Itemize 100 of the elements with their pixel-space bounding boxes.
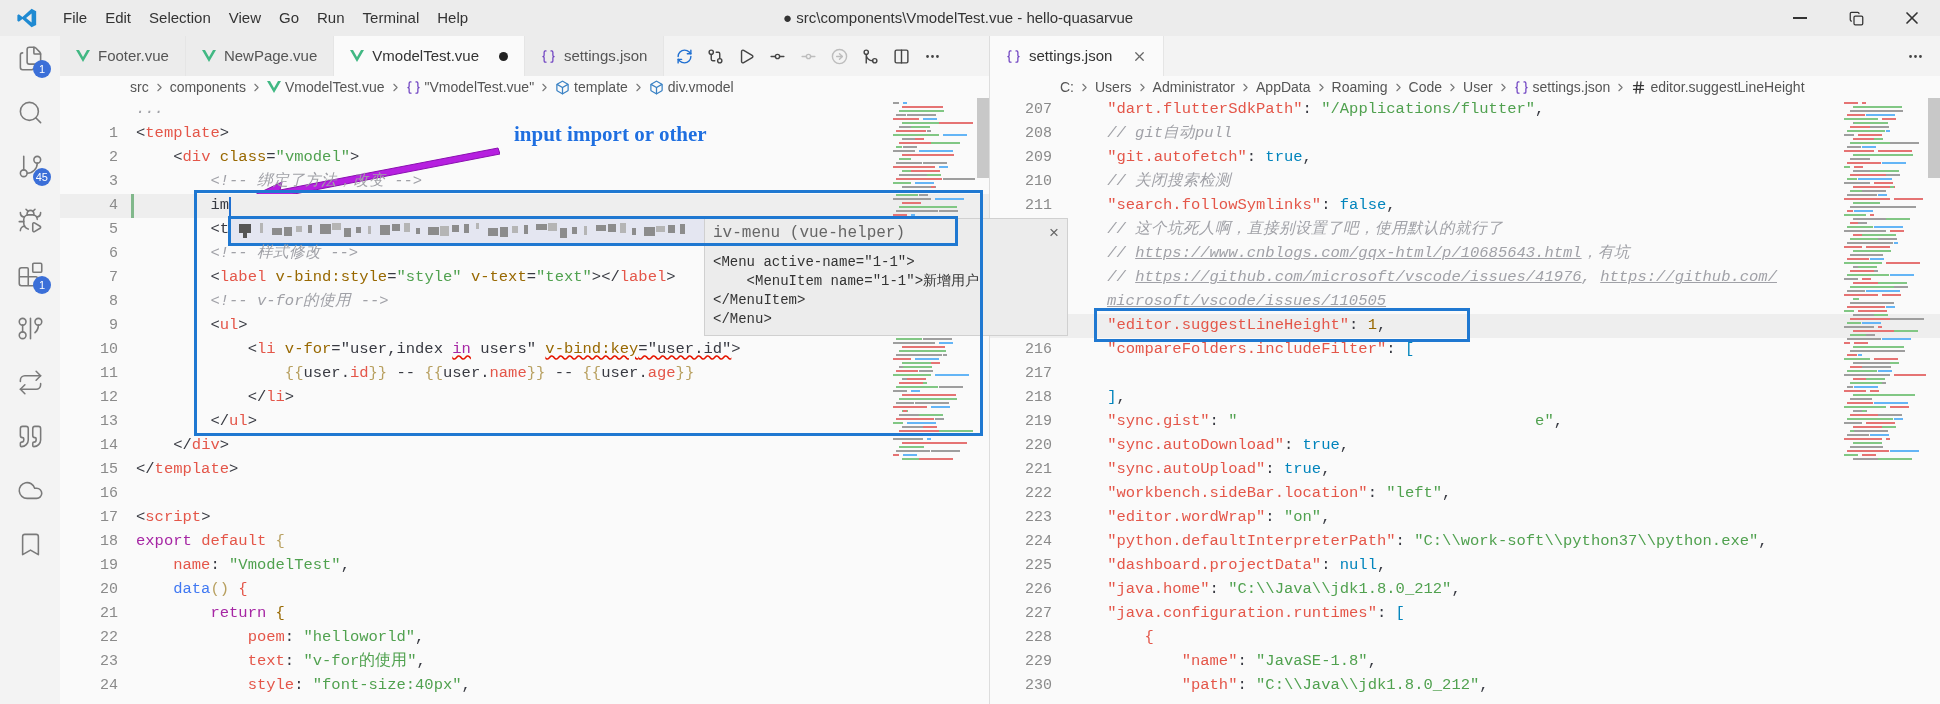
breadcrumb-item[interactable]: AppData <box>1256 76 1311 98</box>
breadcrumb-item[interactable]: template <box>574 76 628 98</box>
line-number: 210 <box>1025 171 1052 192</box>
line-number: 209 <box>1025 147 1052 168</box>
menu-item[interactable]: Terminal <box>353 6 429 30</box>
code-token: : <box>1209 579 1220 601</box>
line-number: 23 <box>100 651 118 672</box>
breadcrumb-item[interactable]: User <box>1463 76 1493 98</box>
braces-icon <box>1513 79 1529 95</box>
code-token: , <box>1758 531 1768 553</box>
activity-bar-item[interactable]: 45 <box>7 146 53 186</box>
code-token: "C:\\work-soft\\python37\\python.exe" <box>1414 531 1759 553</box>
breadcrumb-item[interactable]: settings.json <box>1532 76 1611 98</box>
breadcrumb-item[interactable]: editor.suggestLineHeight <box>1650 76 1805 98</box>
code-token: li <box>266 387 285 409</box>
close-detail-button[interactable]: × <box>1049 220 1059 246</box>
line-number: 220 <box>1025 435 1052 456</box>
code-token: = <box>526 267 537 289</box>
breadcrumb-item[interactable]: Administrator <box>1152 76 1236 98</box>
refresh-icon[interactable] <box>676 47 694 65</box>
editor-tab[interactable]: VmodelTest.vue <box>334 36 526 76</box>
code-token: microsoft/vscode/issues/110505 <box>1107 291 1387 313</box>
line-number: 223 <box>1025 507 1052 528</box>
code-token: , <box>416 651 426 673</box>
detail-title: iv-menu (vue-helper) <box>713 223 906 244</box>
line-number: 20 <box>100 579 118 600</box>
merge-icon[interactable] <box>862 47 880 65</box>
code-token: , <box>1302 147 1312 169</box>
code-token: , <box>1339 435 1350 457</box>
code-token: : <box>1386 339 1397 361</box>
code-token: , <box>1451 579 1461 601</box>
breadcrumb-item[interactable]: Users <box>1095 76 1132 98</box>
code-token: : <box>1376 603 1388 625</box>
code-token: { <box>238 579 248 601</box>
line-number: 24 <box>100 675 118 696</box>
code-token: , <box>1535 99 1545 121</box>
split-editor-icon[interactable] <box>893 47 911 65</box>
breadcrumb-item[interactable]: Code <box>1408 76 1442 98</box>
doc-line: </Menu> <box>713 310 773 329</box>
scrollbar-thumb[interactable] <box>977 98 989 178</box>
code-token: > <box>731 339 741 361</box>
breadcrumb-item[interactable]: components <box>169 76 246 98</box>
menu-item[interactable]: View <box>219 6 270 30</box>
code-token: in <box>452 339 471 361</box>
play-icon[interactable] <box>738 47 756 65</box>
code-token: : <box>1302 99 1313 121</box>
menu-item[interactable]: Help <box>428 6 478 30</box>
code-token: [ <box>1404 339 1415 361</box>
count-badge: 1 <box>33 60 51 78</box>
line-number: 2 <box>109 147 118 168</box>
breadcrumb-item[interactable]: src <box>130 76 149 98</box>
breadcrumb-item[interactable]: C: <box>1060 76 1074 98</box>
menu-item[interactable]: Go <box>270 6 308 30</box>
code-token: > <box>247 411 257 433</box>
menu-item[interactable]: File <box>54 6 97 30</box>
line-number: 229 <box>1025 651 1052 672</box>
code-token: : <box>1265 507 1276 529</box>
breadcrumb-item[interactable]: "VmodelTest.vue" <box>424 76 535 98</box>
suggestion-row[interactable] <box>230 218 704 244</box>
activity-bar-item[interactable]: 1 <box>7 254 53 294</box>
code-token: user. <box>601 363 648 385</box>
menu-item[interactable]: Edit <box>96 6 141 30</box>
doc-line: <Menu active-name="1-1"> <box>713 253 916 272</box>
code-token: "name" <box>1181 651 1238 673</box>
code-token: : <box>1349 315 1360 337</box>
editor-tab[interactable]: NewPage.vue <box>185 36 335 76</box>
code-token: "path" <box>1181 675 1238 697</box>
code-token: style <box>247 675 295 697</box>
breadcrumb-item[interactable]: VmodelTest.vue <box>284 76 385 98</box>
braces-icon <box>541 48 557 64</box>
code-token: "editor.suggestLineHeight" <box>1107 315 1350 337</box>
code-token: "dashboard.projectData" <box>1107 555 1322 577</box>
editor-tab[interactable]: settings.json <box>525 36 665 76</box>
breadcrumb-item[interactable]: Roaming <box>1331 76 1388 98</box>
code-token: true <box>1265 147 1303 169</box>
editor-tab[interactable]: Footer.vue <box>60 36 186 76</box>
scrollbar-thumb[interactable] <box>1928 98 1940 178</box>
text-cursor <box>229 196 232 216</box>
editor-tab[interactable]: settings.json <box>990 36 1165 76</box>
activity-bar-item[interactable]: 1 <box>7 38 53 78</box>
cube-icon <box>648 79 664 95</box>
code-token: : <box>1321 555 1332 577</box>
code-token: < <box>210 267 220 289</box>
code-token: </ <box>247 387 267 409</box>
menu-item[interactable]: Run <box>308 6 354 30</box>
code-token: ] <box>1107 387 1117 409</box>
code-token: { <box>275 531 285 553</box>
code-token: // 关闭搜索检测 <box>1107 171 1232 193</box>
line-number: 217 <box>1025 363 1052 384</box>
code-token: text <box>247 651 285 673</box>
line-number: 8 <box>109 291 118 312</box>
code-token: , <box>340 555 350 577</box>
code-token: "sync.autoUpload" <box>1107 459 1266 481</box>
compare-icon[interactable] <box>707 47 725 65</box>
code-token: "JavaSE-1.8" <box>1256 651 1368 673</box>
tab-label: NewPage.vue <box>223 45 318 66</box>
code-token: user. <box>303 363 350 385</box>
breadcrumb-item[interactable]: div.vmodel <box>667 76 734 98</box>
menu-item[interactable]: Selection <box>140 6 220 30</box>
line-number: 211 <box>1025 195 1052 216</box>
